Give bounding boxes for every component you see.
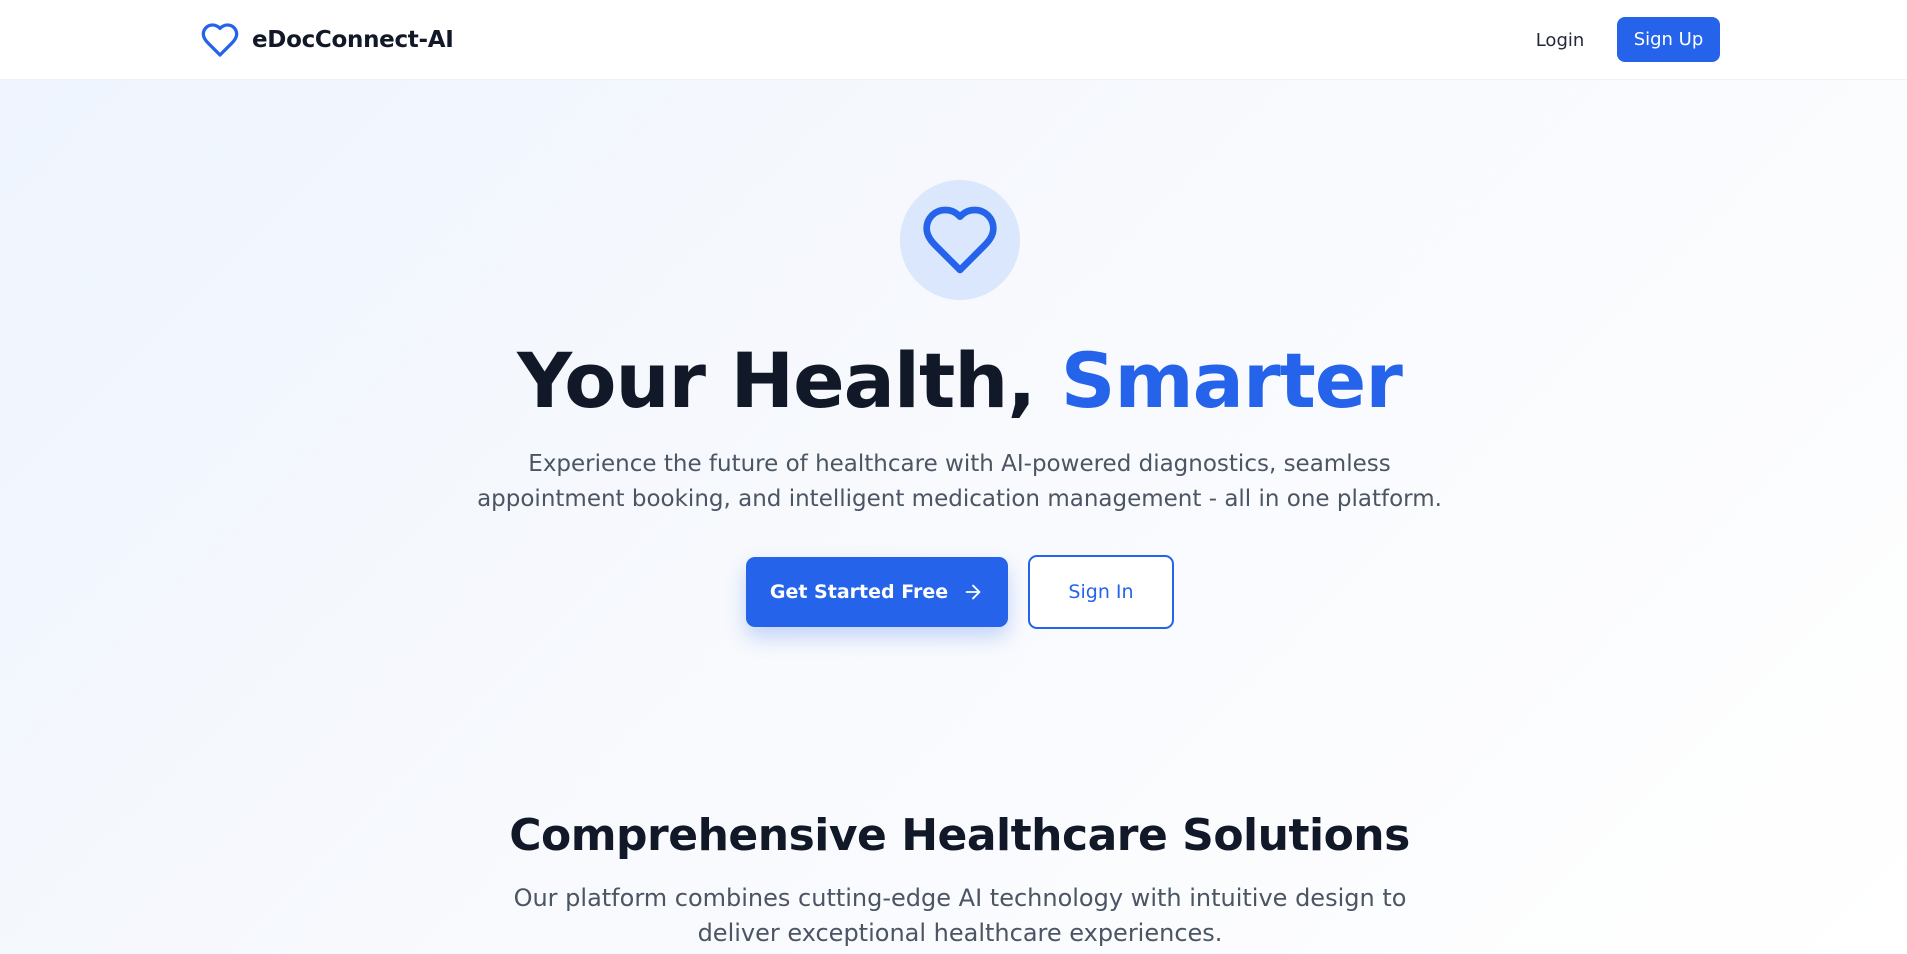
get-started-label: Get Started Free: [769, 581, 949, 603]
heart-icon: [923, 206, 997, 274]
brand-name: eDocConnect-AI: [252, 27, 454, 53]
site-header: eDocConnect-AI Login Sign Up: [0, 0, 1907, 80]
hero-title-main: Your Health,: [517, 336, 1061, 425]
hero-subtitle: Experience the future of healthcare with…: [477, 451, 1442, 512]
hero-title-accent: Smarter: [1060, 336, 1403, 425]
features-title: Comprehensive Healthcare Solutions: [509, 810, 1410, 861]
hero-icon-badge: [900, 180, 1020, 300]
brand-logo[interactable]: eDocConnect-AI: [200, 20, 454, 60]
signup-button[interactable]: Sign Up: [1617, 17, 1720, 62]
login-link[interactable]: Login: [1518, 20, 1602, 60]
features-subtitle: Our platform combines cutting-edge AI te…: [513, 884, 1407, 947]
heart-icon: [201, 23, 239, 57]
get-started-button[interactable]: Get Started Free: [746, 557, 1008, 627]
sign-in-button[interactable]: Sign In: [1028, 555, 1174, 629]
arrow-right-icon: [965, 584, 981, 600]
hero-title: Your Health, Smarter: [0, 333, 1907, 429]
